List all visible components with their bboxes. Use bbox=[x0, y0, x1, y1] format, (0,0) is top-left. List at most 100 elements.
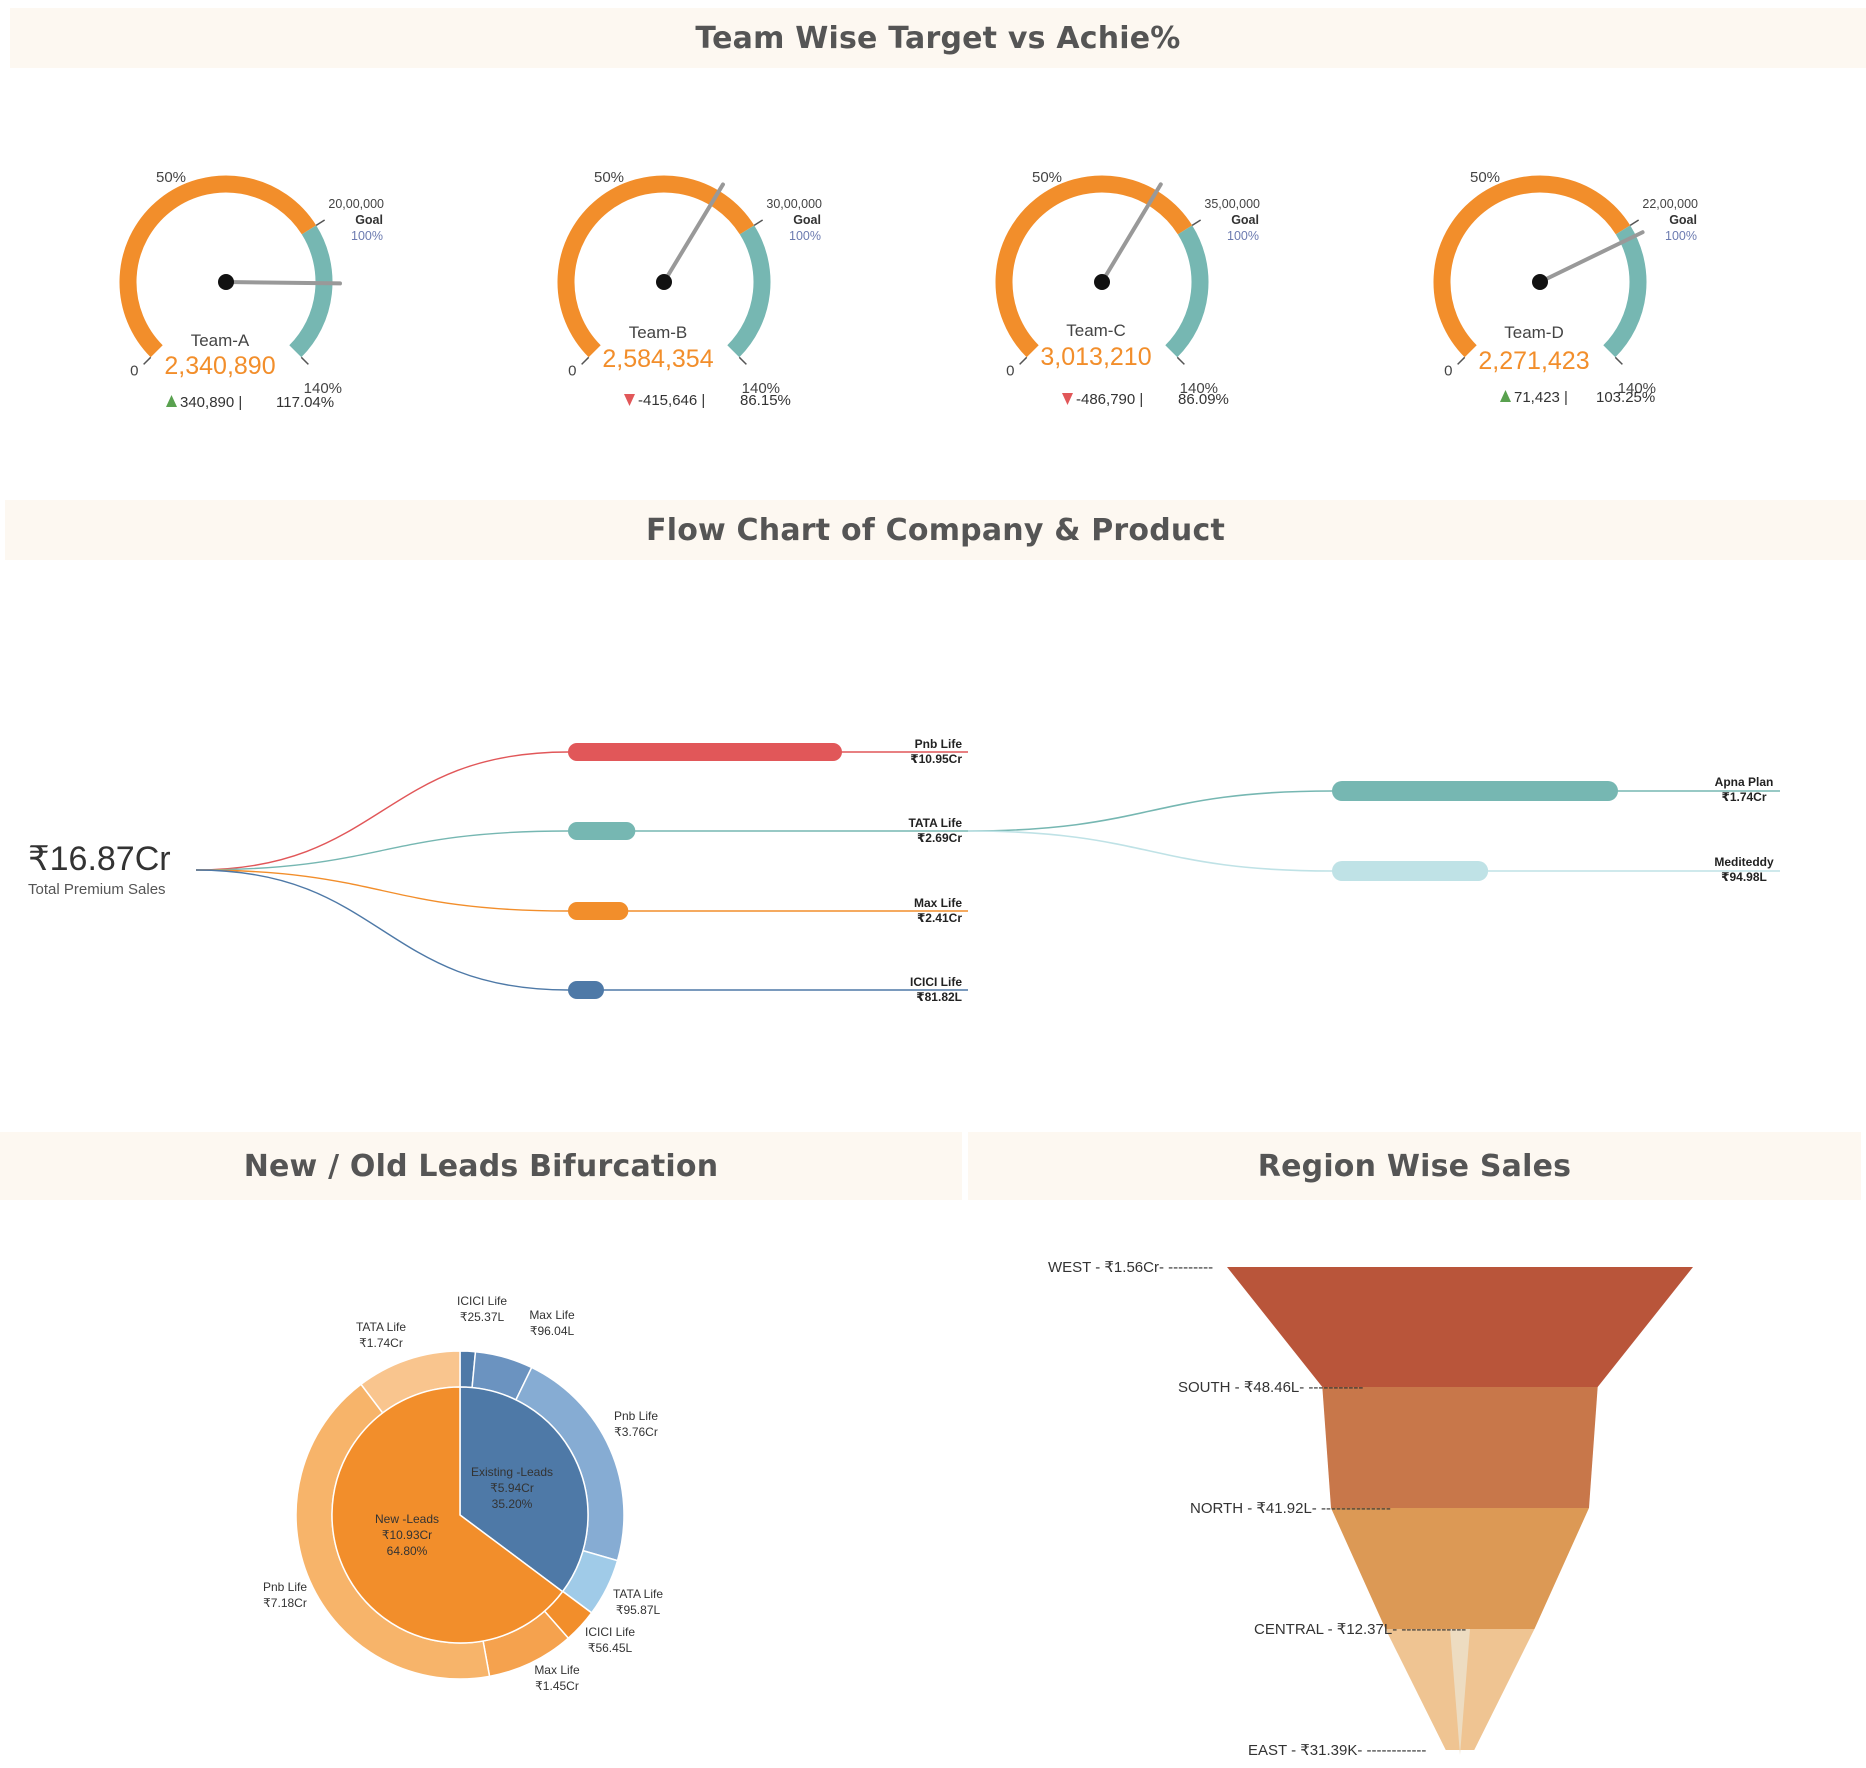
team-c-gauge-pivot bbox=[1094, 274, 1110, 290]
north-funnel-label: NORTH - ₹41.92L- -------------- bbox=[1190, 1500, 1391, 1517]
team-b-gauge-tick bbox=[581, 356, 590, 365]
team-a-achievement-pct: 117.04% bbox=[276, 394, 334, 411]
flow-section-title-bar: Flow Chart of Company & Product bbox=[5, 500, 1866, 560]
team-b-variance-down-icon bbox=[624, 394, 635, 406]
team-c-gauge-tick bbox=[1176, 356, 1185, 365]
team-c-gauge-stretch-band bbox=[1165, 225, 1209, 358]
tata-life-existing-outer-value: ₹95.87L bbox=[616, 1603, 661, 1617]
central-funnel-label: CENTRAL - ₹12.37L- ------------- bbox=[1254, 1621, 1466, 1638]
leads-section-title-bar: New / Old Leads Bifurcation bbox=[0, 1132, 962, 1200]
team-b-actual-value: 2,584,354 bbox=[602, 345, 713, 373]
team-a-gauge-achieved-band bbox=[119, 175, 317, 358]
team-c-gauge-tick bbox=[1019, 356, 1028, 365]
west-funnel-label: WEST - ₹1.56Cr- --------- bbox=[1048, 1259, 1213, 1276]
team-a-gauge-stretch-band bbox=[289, 225, 333, 358]
new-leads-pct: 64.80% bbox=[387, 1544, 428, 1558]
team-b-gauge-stretch-band bbox=[727, 225, 771, 358]
team-d-gauge-tick bbox=[1614, 356, 1623, 365]
region-funnel-chart: WEST - ₹1.56Cr- --------- SOUTH - ₹48.46L… bbox=[1048, 1259, 1693, 1759]
pnb-life-existing-outer-value: ₹3.76Cr bbox=[614, 1425, 658, 1439]
flow-chart: ₹16.87Cr Total Premium Sales Pnb Life₹10.9… bbox=[28, 737, 1780, 1004]
icici-life-flow-link bbox=[195, 869, 968, 991]
team-d-achievement-pct: 103.25% bbox=[1596, 389, 1655, 406]
team-d-gauge-goal-pct-label: 100% bbox=[1665, 229, 1697, 243]
team-a-gauge-needle bbox=[224, 280, 342, 286]
pnb-life-new-outer-value: ₹7.18Cr bbox=[263, 1596, 307, 1610]
team-b-gauge-tick bbox=[738, 356, 747, 365]
total-premium-caption: Total Premium Sales bbox=[28, 881, 166, 898]
team-c-team-name: Team-C bbox=[1066, 321, 1126, 340]
pnb-life-flow-link bbox=[195, 751, 968, 871]
west-funnel-segment bbox=[1227, 1267, 1693, 1387]
team-a-variance-up-icon bbox=[166, 395, 177, 407]
team-a-variance-value: 340,890 | bbox=[180, 394, 242, 411]
pnb-life-new-outer-label: Pnb Life bbox=[263, 1580, 307, 1594]
leads-sunburst-chart: Existing -Leads ₹5.94Cr 35.20% New -Leads ₹1… bbox=[263, 1294, 663, 1693]
team-a-gauge-tick bbox=[300, 356, 309, 365]
max-life-flow-label: Max Life bbox=[914, 896, 962, 910]
team-a-actual-value: 2,340,890 bbox=[164, 352, 275, 380]
icici-life-new-outer-label: ICICI Life bbox=[585, 1625, 635, 1639]
north-funnel-segment bbox=[1331, 1508, 1589, 1629]
team-d-gauge-goal-label: Goal bbox=[1669, 213, 1697, 227]
pnb-life-flow-bar bbox=[568, 743, 842, 761]
team-c-gauge-goal-pct-label: 100% bbox=[1227, 229, 1259, 243]
team-c-gauge-half-label: 50% bbox=[1032, 169, 1062, 186]
team-b-gauge-zero-label: 0 bbox=[568, 363, 576, 380]
apna-plan-flow-label: Apna Plan bbox=[1715, 775, 1774, 789]
east-funnel-label: EAST - ₹31.39K- ------------ bbox=[1248, 1742, 1426, 1759]
team-d-team-name: Team-D bbox=[1504, 323, 1564, 342]
team-d-gauge-half-label: 50% bbox=[1470, 169, 1500, 186]
tata-life-new-outer-label: TATA Life bbox=[356, 1320, 406, 1334]
team-a-gauge-goal-label: Goal bbox=[355, 213, 383, 227]
team-c-achievement-pct: 86.09% bbox=[1178, 391, 1229, 408]
apna-plan-flow-bar bbox=[1332, 781, 1618, 801]
tata-life-new-outer-value: ₹1.74Cr bbox=[359, 1336, 403, 1350]
flow-section-title: Flow Chart of Company & Product bbox=[646, 512, 1225, 548]
team-c-gauge-needle bbox=[1100, 182, 1163, 284]
tata-life-flow-label: TATA Life bbox=[908, 816, 962, 830]
team-d-gauge-zero-label: 0 bbox=[1444, 363, 1452, 380]
new-leads-value: ₹10.93Cr bbox=[382, 1528, 432, 1542]
apna-plan-flow-value: ₹1.74Cr bbox=[1721, 790, 1766, 804]
max-life-existing-outer-value: ₹96.04L bbox=[530, 1324, 575, 1338]
icici-life-flow-bar bbox=[568, 981, 604, 999]
team-d-variance-up-icon bbox=[1500, 390, 1511, 402]
team-c-gauge-goal-label: Goal bbox=[1231, 213, 1259, 227]
team-d-actual-value: 2,271,423 bbox=[1478, 347, 1589, 375]
region-section-title-bar: Region Wise Sales bbox=[968, 1132, 1861, 1200]
max-life-new-outer-value: ₹1.45Cr bbox=[535, 1679, 579, 1693]
team-b-gauge-goal-label: Goal bbox=[793, 213, 821, 227]
icici-life-existing-outer-label: ICICI Life bbox=[457, 1294, 507, 1308]
icici-life-flow-label: ICICI Life bbox=[910, 975, 962, 989]
team-b-gauge-needle bbox=[662, 182, 725, 284]
gauges-section-title: Team Wise Target vs Achie% bbox=[695, 20, 1181, 56]
team-a-gauge-half-label: 50% bbox=[156, 169, 186, 186]
team-c-gauge-tick bbox=[1191, 219, 1202, 226]
team-d-gauge-tick bbox=[1457, 356, 1466, 365]
new-leads-label: New -Leads bbox=[375, 1512, 439, 1526]
tata-life-flow-bar bbox=[568, 822, 636, 840]
team-b-gauge-tick bbox=[753, 219, 764, 226]
team-b-team-name: Team-B bbox=[629, 323, 688, 342]
pnb-life-existing-outer-label: Pnb Life bbox=[614, 1409, 658, 1423]
team-d-gauge-tick bbox=[1629, 219, 1640, 226]
team-b-achievement-pct: 86.15% bbox=[740, 392, 791, 409]
max-life-flow-value: ₹2.41Cr bbox=[917, 911, 962, 925]
existing-leads-pct: 35.20% bbox=[492, 1497, 533, 1511]
pnb-life-flow-label: Pnb Life bbox=[915, 737, 963, 751]
team-b-gauge-goal-pct-label: 100% bbox=[789, 229, 821, 243]
team-d-gauge-target-label: 22,00,000 bbox=[1642, 197, 1698, 211]
team-a-gauge-tick bbox=[143, 356, 152, 365]
team-c-actual-value: 3,013,210 bbox=[1040, 343, 1151, 371]
gauges-section-title-bar: Team Wise Target vs Achie% bbox=[10, 8, 1866, 68]
team-a-gauge-goal-pct-label: 100% bbox=[351, 229, 383, 243]
team-c-gauge-target-label: 35,00,000 bbox=[1204, 197, 1260, 211]
icici-life-existing-outer-value: ₹25.37L bbox=[460, 1310, 505, 1324]
pnb-life-flow-value: ₹10.95Cr bbox=[910, 752, 962, 766]
max-life-new-outer-label: Max Life bbox=[534, 1663, 580, 1677]
icici-life-flow-value: ₹81.82L bbox=[916, 990, 962, 1004]
team-c-gauge-zero-label: 0 bbox=[1006, 363, 1014, 380]
mediteddy-flow-bar bbox=[1332, 861, 1489, 881]
team-d-gauge-pivot bbox=[1532, 274, 1548, 290]
